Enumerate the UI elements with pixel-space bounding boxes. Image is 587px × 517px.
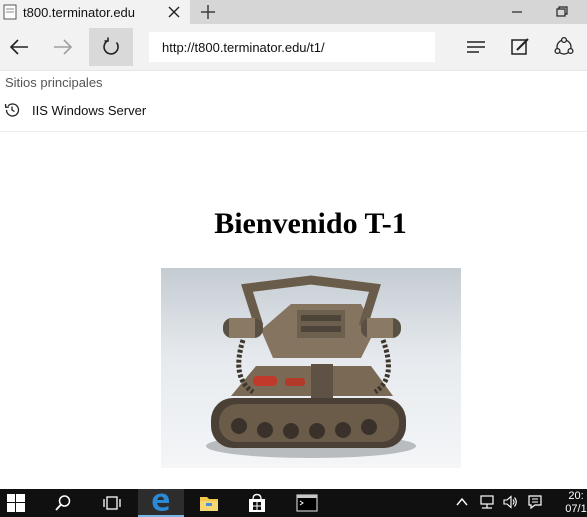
file-explorer-icon [200,497,218,511]
share-button[interactable] [545,28,583,66]
forward-button[interactable] [44,28,82,66]
network-icon[interactable] [479,494,495,510]
file-explorer-button[interactable] [186,489,232,517]
edge-icon [152,493,170,511]
task-view-icon [103,496,121,510]
robot-tank-image [161,268,461,468]
search-button[interactable] [40,489,86,517]
hub-icon [467,41,485,53]
windows-logo-icon [7,494,25,512]
store-button[interactable] [234,489,280,517]
forward-arrow-icon [54,39,73,55]
refresh-button[interactable] [89,28,133,66]
address-url: http://t800.terminator.edu/t1/ [162,39,325,55]
back-button[interactable] [0,28,38,66]
taskbar: 20: 07/1 [0,489,587,517]
clock-time: 20: [568,490,584,502]
action-center-icon[interactable] [527,494,543,510]
plus-icon[interactable] [199,3,217,21]
top-site-label: IIS Windows Server [32,102,147,118]
command-prompt-button[interactable] [284,489,330,517]
browser-tab[interactable]: t800.terminator.edu [0,0,190,24]
navigation-bar: http://t800.terminator.edu/t1/ [0,24,587,71]
start-button[interactable] [0,489,39,517]
chevron-up-icon[interactable] [454,494,470,510]
top-sites-label: Sitios principales [5,75,103,90]
top-sites-bar: Sitios principales IIS Windows Server [0,71,587,132]
store-icon [249,493,265,512]
minimize-icon[interactable] [507,3,527,21]
address-bar[interactable]: http://t800.terminator.edu/t1/ [149,32,435,62]
top-site-item[interactable]: IIS Windows Server [0,99,146,121]
edge-page-icon [3,4,17,20]
search-icon [55,495,71,511]
hub-button[interactable] [457,28,495,66]
back-arrow-icon [9,39,28,55]
web-note-icon [511,38,529,55]
history-icon [4,103,20,117]
system-clock[interactable]: 20: 07/1 [556,490,587,516]
task-view-button[interactable] [89,489,135,517]
tab-strip: t800.terminator.edu [0,0,587,24]
tab-title: t800.terminator.edu [23,4,136,20]
refresh-icon [103,37,119,55]
close-icon[interactable] [166,4,182,20]
share-icon [554,36,574,55]
command-prompt-icon [296,494,318,512]
clock-date: 07/1 [565,503,587,515]
volume-icon[interactable] [502,494,518,510]
edge-taskbar-button[interactable] [138,489,184,517]
restore-icon[interactable] [552,3,572,21]
page-heading: Bienvenido T-1 [214,207,407,240]
web-note-button[interactable] [501,28,539,66]
